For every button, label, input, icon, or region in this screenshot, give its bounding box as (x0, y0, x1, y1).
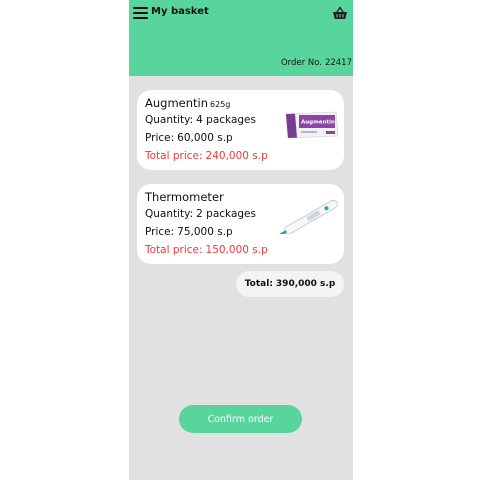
basket-total: Total: 390,000 s.p (236, 271, 344, 297)
basket-total-label: Total: (244, 279, 273, 289)
item-name: Thermometer (145, 190, 224, 204)
item-name: Augmentin 625g (145, 96, 230, 110)
item-name-text: Augmentin (145, 96, 209, 110)
item-total-price: Total price: 150,000 s.p (145, 244, 268, 256)
basket-icon[interactable] (332, 6, 348, 20)
quantity-value: 2 packages (196, 208, 256, 220)
basket-total-value: 390,000 s.p (275, 279, 336, 289)
quantity-label: Quantity: (145, 208, 194, 220)
price-value: 60,000 s.p (177, 132, 233, 144)
order-number-value: 22417 (324, 58, 352, 68)
item-price: Price: 60,000 s.p (145, 132, 233, 144)
order-number-label: Order No. (280, 58, 322, 68)
augmentin-box-image: Augmentin (285, 111, 339, 139)
item-price: Price: 75,000 s.p (145, 226, 233, 238)
total-price-value: 150,000 s.p (205, 244, 268, 256)
order-number: Order No. 22417 (281, 58, 352, 68)
box-brand-text: Augmentin (301, 120, 335, 126)
page-title: My basket (151, 6, 209, 17)
confirm-order-button[interactable]: Confirm order (179, 405, 302, 433)
total-price-label: Total price: (145, 150, 203, 162)
app-screen: My basket Order No. 22417 Augmentin 625g Q… (129, 0, 353, 480)
item-quantity: Quantity: 4 packages (145, 114, 256, 126)
item-quantity: Quantity: 2 packages (145, 208, 256, 220)
header-bar: My basket Order No. 22417 (129, 0, 353, 76)
basket-item-card[interactable]: Thermometer Quantity: 2 packages Price: 75… (137, 184, 344, 264)
total-price-value: 240,000 s.p (205, 150, 268, 162)
hamburger-menu-icon[interactable] (133, 7, 148, 19)
total-price-label: Total price: (145, 244, 203, 256)
quantity-value: 4 packages (196, 114, 256, 126)
item-dose: 625g (210, 100, 231, 109)
basket-item-card[interactable]: Augmentin 625g Quantity: 4 packages Price:… (137, 90, 344, 170)
item-total-price: Total price: 240,000 s.p (145, 150, 268, 162)
quantity-label: Quantity: (145, 114, 194, 126)
price-label: Price: (145, 226, 175, 238)
price-label: Price: (145, 132, 175, 144)
digital-thermometer-image (277, 199, 338, 234)
price-value: 75,000 s.p (177, 226, 233, 238)
